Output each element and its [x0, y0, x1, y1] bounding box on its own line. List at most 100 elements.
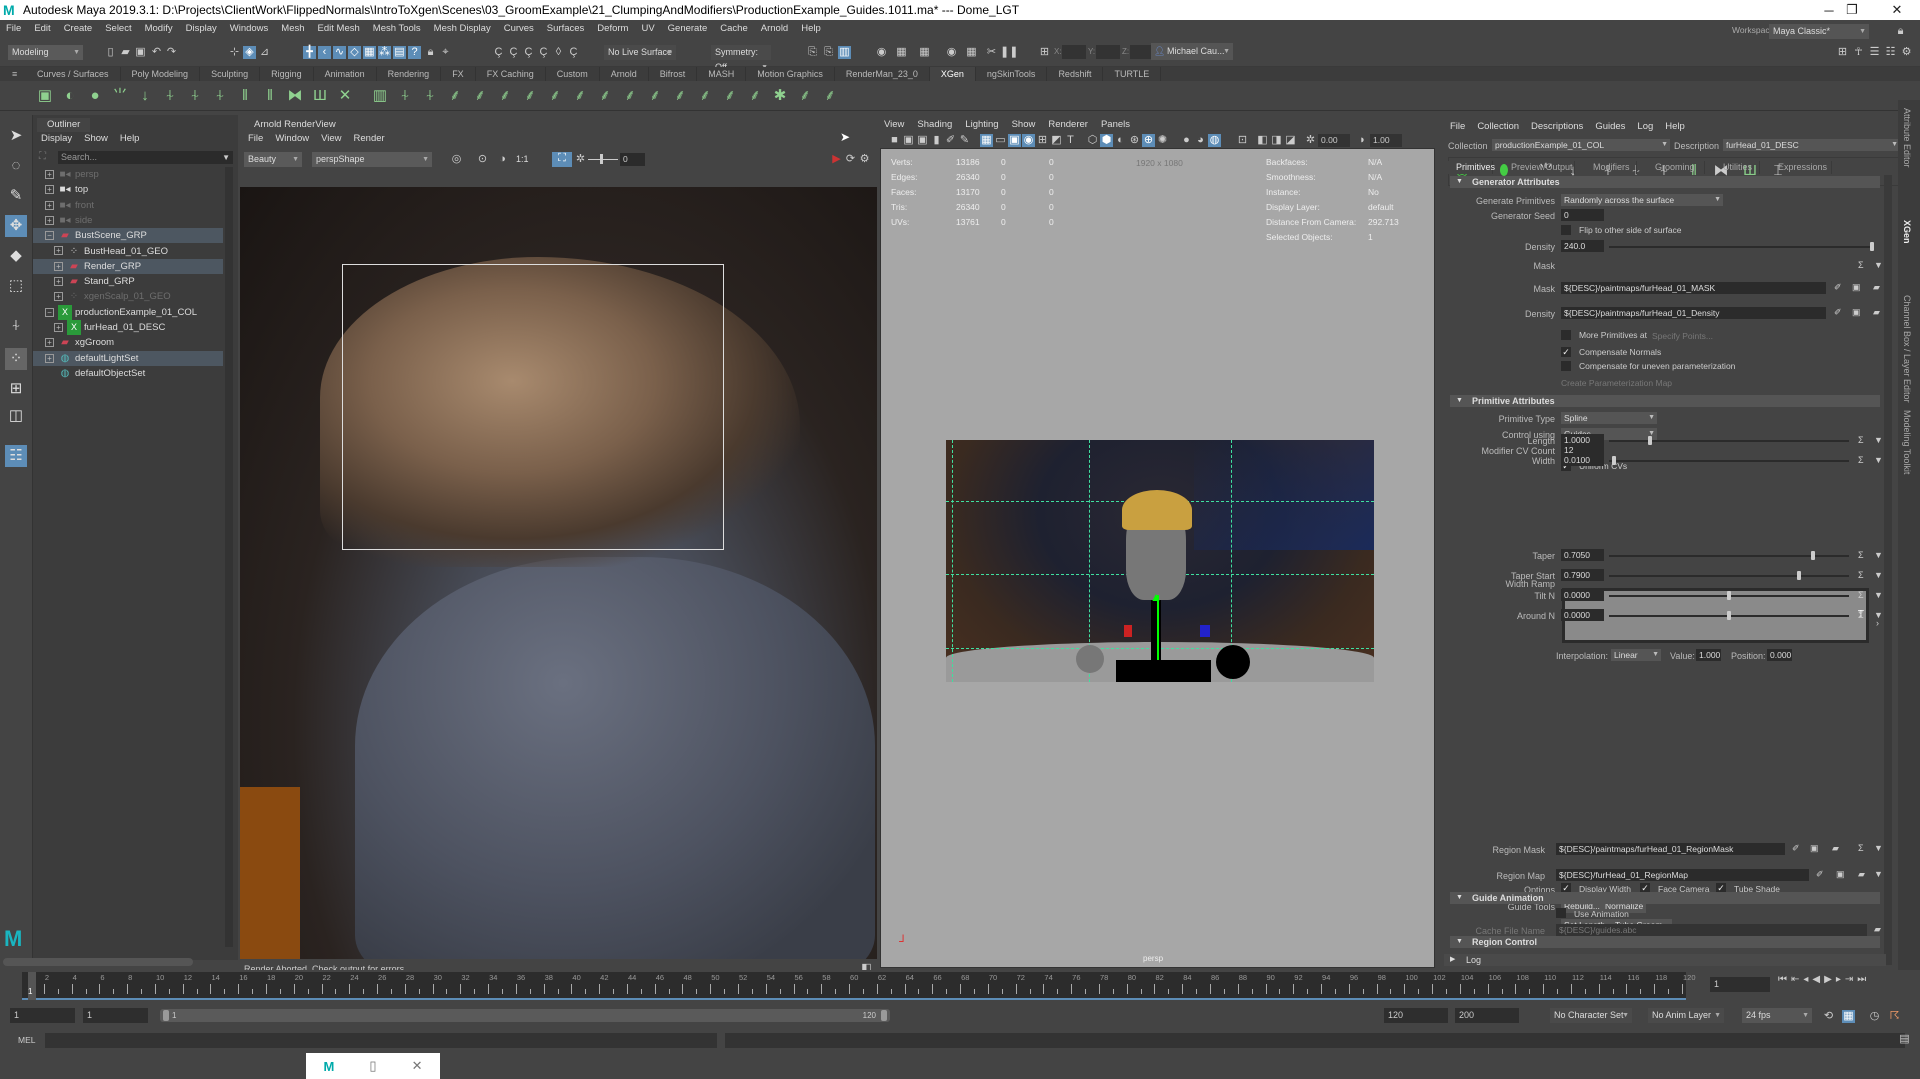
pause-icon[interactable]: ❚❚ — [1000, 46, 1018, 59]
region-mask-expr-icon[interactable]: Σ — [1858, 843, 1864, 853]
shelf-tab-rendering[interactable]: Rendering — [377, 67, 442, 81]
density-field[interactable]: 240.0 — [1561, 240, 1604, 252]
wireframe-on-shaded-icon[interactable]: ◐ — [1114, 134, 1127, 147]
menu-cache[interactable]: Cache — [720, 23, 747, 34]
input-ops-icon[interactable]: Ç — [507, 46, 520, 59]
outliner-item[interactable]: + XfurHead_01_DESC — [33, 320, 223, 335]
rgb-icon[interactable]: ⊙ — [476, 153, 489, 166]
field-chart-icon[interactable]: ⊞ — [1036, 134, 1049, 147]
groom-cut-icon[interactable]: ⸙ — [496, 87, 514, 105]
snap-help-icon[interactable]: ? — [408, 46, 421, 59]
place-guides-icon[interactable]: ↓ — [136, 87, 154, 105]
output-ops-icon[interactable]: Ç — [522, 46, 535, 59]
outliner-scrollbar[interactable] — [225, 167, 233, 947]
expand-toggle-icon[interactable]: + — [54, 261, 63, 271]
groom-twist-icon[interactable]: ✱ — [771, 87, 789, 105]
slider-options-icon[interactable]: ▼ — [1874, 610, 1883, 620]
expression-editor-icon[interactable]: Σ — [1858, 435, 1864, 445]
shelf-tab-turtle[interactable]: TURTLE — [1103, 67, 1162, 81]
region-map-folder-icon[interactable]: ▰ — [1858, 869, 1865, 880]
anim-layer-dropdown[interactable]: No Anim Layer — [1648, 1008, 1724, 1023]
timeline-track[interactable]: 2 4 6 8 10 12 14 16 18 20 22 24 26 28 30 32 34 36 38 40 42 44… — [22, 972, 1696, 1000]
slider-value-field[interactable]: 0.7900 — [1561, 569, 1604, 581]
snap-grid-icon[interactable]: ╋ — [303, 46, 316, 59]
slider-knob[interactable] — [1796, 571, 1801, 580]
shelf-tab-fx-caching[interactable]: FX Caching — [476, 67, 546, 81]
slider-knob[interactable] — [1611, 456, 1616, 465]
expression-editor-icon[interactable]: Σ — [1858, 590, 1864, 600]
restore-icon[interactable]: ▯ — [369, 1058, 376, 1074]
slider-options-icon[interactable]: ▼ — [1874, 550, 1883, 560]
search-expand-icon[interactable]: ⛶ — [39, 151, 46, 162]
menu-windows[interactable]: Windows — [230, 23, 269, 34]
mel-label[interactable]: MEL — [18, 1035, 35, 1045]
expression-editor-icon[interactable]: Σ — [1858, 570, 1864, 580]
move-tool-icon[interactable]: ✥ — [5, 215, 27, 237]
anim-start-field[interactable]: 1 — [10, 1008, 75, 1023]
smooth-shade-icon[interactable]: ⬢ — [1100, 134, 1113, 147]
motion-blur-icon[interactable]: ◕ — [1194, 134, 1207, 147]
xgen-editor-icon[interactable]: ▥ — [371, 87, 389, 105]
groom-select-icon[interactable]: ⸙ — [671, 87, 689, 105]
menu-file[interactable]: File — [6, 23, 21, 34]
use-animation-checkbox[interactable] — [1556, 908, 1566, 918]
generate-primitives-dropdown[interactable]: Randomly across the surface — [1561, 194, 1723, 206]
region-mask-field[interactable]: ${DESC}/paintmaps/furHead_01_RegionMask — [1556, 843, 1785, 855]
render-settings-gear-icon[interactable]: ⚙ — [858, 153, 871, 166]
more-primitives-checkbox[interactable] — [1561, 330, 1571, 340]
xgen-tab-preview-output[interactable]: Preview/Output — [1503, 161, 1575, 174]
loop-icon[interactable]: ⟲ — [1822, 1010, 1835, 1023]
shelf-tab-bifrost[interactable]: Bifrost — [649, 67, 698, 81]
save-scene-icon[interactable]: ▣ — [134, 46, 147, 59]
fps-dropdown[interactable]: 24 fps — [1742, 1008, 1812, 1023]
construction-icon[interactable]: Ç — [537, 46, 550, 59]
xgen-tab-modifiers[interactable]: Modifiers — [1585, 161, 1637, 174]
sculpt-guides-icon[interactable]: ⍭ — [161, 87, 179, 105]
slider-knob[interactable] — [1727, 611, 1731, 620]
xgen-menu-file[interactable]: File — [1450, 121, 1465, 132]
move-manipulator-y-axis[interactable] — [1157, 595, 1159, 660]
xgen-window-icon[interactable]: ▣ — [36, 87, 54, 105]
region-map-save-icon[interactable]: ▣ — [1836, 869, 1845, 880]
gamma-icon[interactable]: ✲ — [574, 153, 587, 166]
groom-length-icon[interactable]: ⸙ — [521, 87, 539, 105]
mel-input[interactable] — [45, 1033, 717, 1048]
image-plane-icon[interactable]: ▮ — [930, 134, 943, 147]
x-field[interactable] — [1062, 45, 1086, 59]
xgen-menu-descriptions[interactable]: Descriptions — [1531, 121, 1583, 132]
y-field[interactable] — [1096, 45, 1120, 59]
outliner-item[interactable]: + ■◂ persp — [33, 167, 223, 182]
expression-editor-icon[interactable]: Σ — [1858, 455, 1864, 465]
snap-bbox-icon[interactable]: ▤ — [393, 46, 406, 59]
slider-knob[interactable] — [1647, 436, 1652, 445]
slider-track[interactable] — [1609, 551, 1849, 560]
outliner-item[interactable]: − ▰ BustScene_GRP — [33, 228, 223, 244]
menu-deform[interactable]: Deform — [597, 23, 628, 34]
groom-grab-icon[interactable]: ⸙ — [721, 87, 739, 105]
aov-dropdown[interactable]: Beauty — [244, 152, 302, 167]
exposure-slider-knob[interactable] — [600, 154, 603, 164]
shelf-tab-sculpting[interactable]: Sculpting — [200, 67, 261, 81]
snap-curve-icon[interactable]: ‹ — [318, 46, 331, 59]
groom-create-icon[interactable]: ⍭ — [396, 87, 414, 105]
menuset-dropdown[interactable]: Modeling — [8, 45, 83, 60]
density-folder-icon[interactable]: ▰ — [1873, 307, 1880, 318]
xray-icon[interactable]: ◧ — [1256, 134, 1269, 147]
symmetry-dropdown[interactable]: Symmetry: Off — [711, 45, 771, 75]
camera-dropdown[interactable]: perspShape — [312, 152, 432, 167]
xgen-preview-icon[interactable]: ◐ — [61, 87, 79, 105]
groom-add-icon[interactable]: ⍭ — [421, 87, 439, 105]
transform-mode-icon[interactable]: ⊞ — [1038, 46, 1051, 59]
menu-modify[interactable]: Modify — [145, 23, 173, 34]
expand-toggle-icon[interactable]: + — [45, 169, 54, 179]
go-to-start-icon[interactable]: ⏮ — [1778, 974, 1787, 985]
arnold-menu-file[interactable]: File — [248, 133, 263, 144]
expression-editor-icon[interactable]: Σ — [1858, 550, 1864, 560]
specify-points-button[interactable]: Specify Points... — [1652, 331, 1713, 341]
ramp-position-field[interactable]: 0.000 — [1767, 649, 1792, 661]
render-settings-icon[interactable]: ▦ — [895, 46, 908, 59]
wireframe-icon[interactable]: ⬡ — [1086, 134, 1099, 147]
viewport-gamma-field[interactable]: 1.00 — [1370, 134, 1402, 147]
guide-flip-icon[interactable]: ǁ — [236, 87, 254, 105]
isolate-select-icon[interactable]: ⊡ — [1236, 134, 1249, 147]
